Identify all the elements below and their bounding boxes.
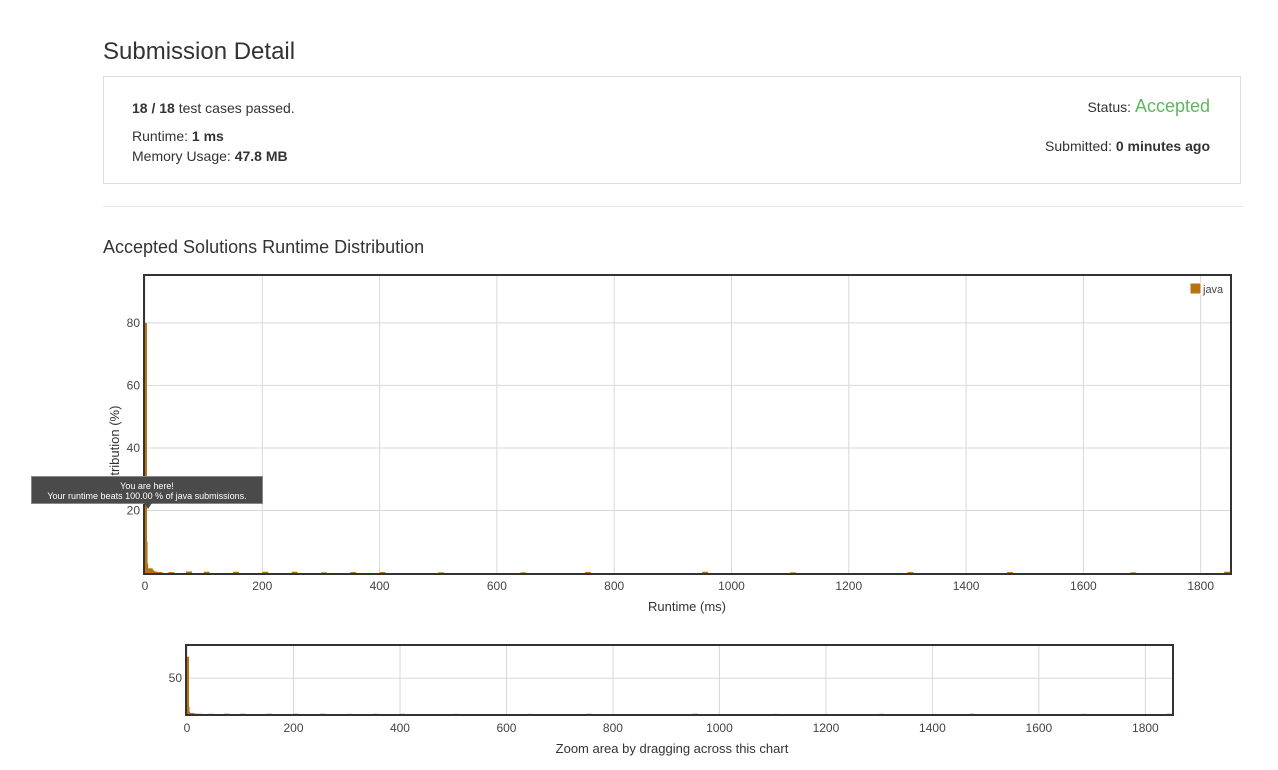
navigator-bar (187, 656, 189, 714)
nav-x-tick-label: 1200 (813, 721, 840, 735)
x-tick-label: 1000 (718, 579, 745, 593)
navigator-label: Zoom area by dragging across this chart (556, 741, 789, 756)
x-tick-label: 600 (487, 579, 507, 593)
submitted-value: 0 minutes ago (1115, 138, 1210, 154)
x-tick-label: 200 (252, 579, 272, 593)
nav-x-tick-label: 400 (390, 721, 410, 735)
section-divider (103, 206, 1243, 207)
runtime-tooltip: You are here! Your runtime beats 100.00 … (31, 476, 263, 509)
x-tick-label: 1600 (1070, 579, 1097, 593)
tooltip-line1: You are here! (120, 481, 174, 491)
y-tick-label: 40 (127, 441, 141, 455)
cases-passed-count: 18 / 18 (132, 100, 175, 116)
nav-x-tick-label: 0 (184, 721, 191, 735)
cases-passed-suffix: test cases passed. (178, 100, 295, 116)
tooltip-line2: Your runtime beats 100.00 % of java subm… (47, 491, 247, 501)
submission-summary-panel: 18 / 18 test cases passed. Runtime: 1 ms… (103, 76, 1241, 184)
runtime-distribution-chart[interactable]: 0 200 400 600 800 1000 1200 1400 1600 1800 20 40 60… (0, 260, 1278, 630)
nav-x-tick-label: 1400 (919, 721, 946, 735)
x-tick-label: 800 (604, 579, 624, 593)
navigator-chart[interactable]: 0 200 400 600 800 1000 1200 1400 1600 1800 50 Zoo… (0, 636, 1278, 766)
tooltip-arrow (144, 503, 152, 509)
legend-label-java: java (1202, 284, 1224, 296)
status-row: Status: Accepted (1087, 96, 1210, 117)
x-tick-label: 0 (142, 579, 149, 593)
status-value[interactable]: Accepted (1135, 96, 1210, 116)
memory-row: Memory Usage: 47.8 MB (132, 148, 288, 164)
y-tick-label: 20 (127, 503, 141, 517)
x-tick-label: 1800 (1187, 579, 1214, 593)
y-tick-label: 60 (127, 378, 141, 392)
nav-x-tick-label: 1800 (1132, 721, 1159, 735)
distribution-bar (145, 322, 147, 573)
runtime-label: Runtime: (132, 128, 189, 144)
nav-x-tick-label: 200 (283, 721, 303, 735)
nav-x-tick-label: 1000 (706, 721, 733, 735)
submitted-label: Submitted: (1045, 138, 1112, 154)
x-axis-label: Runtime (ms) (648, 599, 726, 614)
runtime-row: Runtime: 1 ms (132, 128, 224, 144)
main-plot-border (143, 274, 1232, 575)
nav-x-tick-label: 800 (603, 721, 623, 735)
memory-label: Memory Usage: (132, 148, 231, 164)
legend-swatch (1189, 282, 1202, 295)
distribution-title: Accepted Solutions Runtime Distribution (103, 237, 425, 257)
nav-x-tick-label: 600 (496, 721, 516, 735)
x-tick-label: 400 (370, 579, 390, 593)
x-tick-label: 1200 (835, 579, 862, 593)
test-cases-summary: 18 / 18 test cases passed. (132, 100, 295, 116)
memory-value: 47.8 MB (234, 148, 288, 164)
navigator-plot-border (185, 644, 1174, 716)
runtime-value: 1 ms (191, 128, 224, 144)
status-label: Status: (1087, 99, 1132, 115)
legend[interactable]: java (1189, 282, 1224, 296)
submitted-row: Submitted: 0 minutes ago (1045, 138, 1210, 154)
y-tick-label: 80 (127, 316, 141, 330)
distribution-bar (186, 571, 193, 573)
nav-y-tick-label: 50 (169, 671, 183, 685)
nav-x-tick-label: 1600 (1026, 721, 1053, 735)
x-tick-label: 1400 (953, 579, 980, 593)
page-title: Submission Detail (103, 38, 296, 65)
